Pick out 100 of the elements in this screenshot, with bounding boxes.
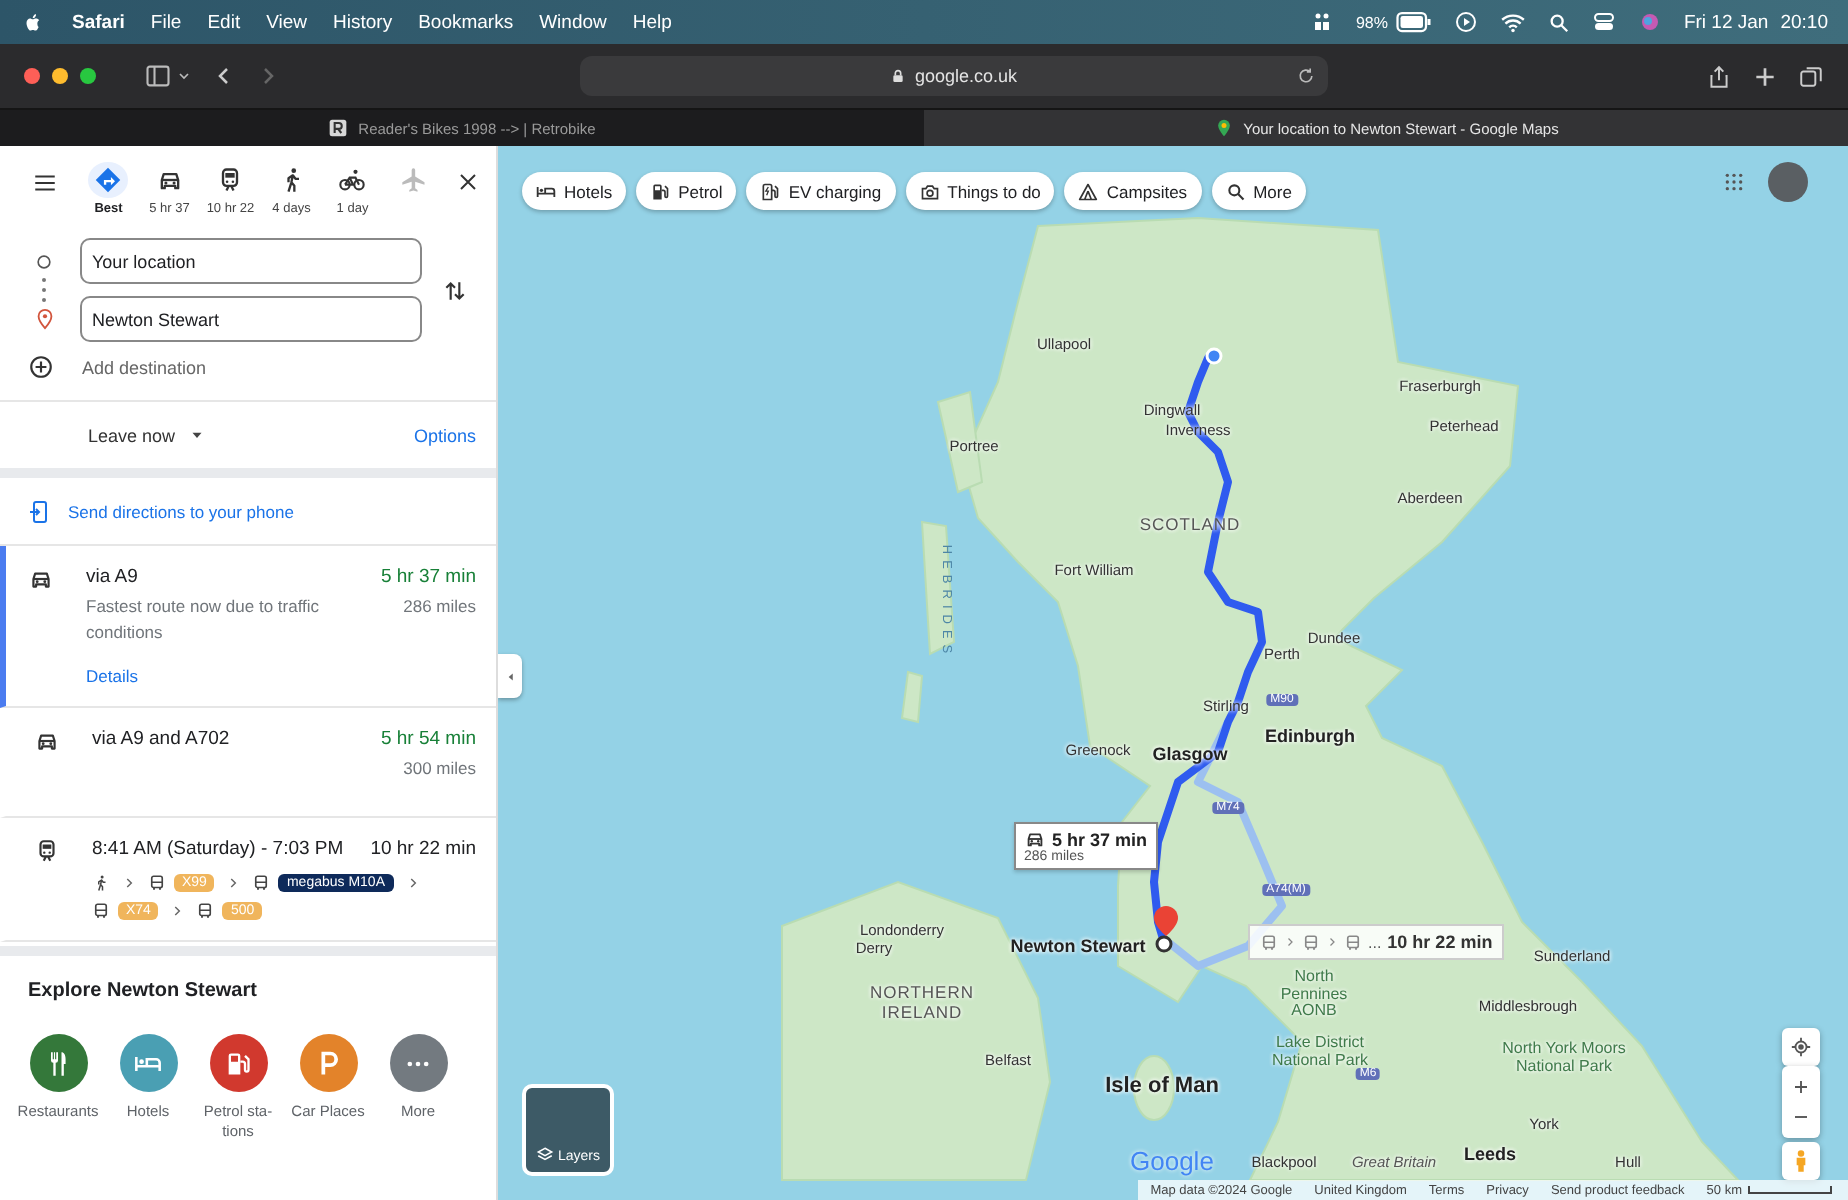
close-icon[interactable] xyxy=(456,170,480,194)
bus-icon xyxy=(1344,933,1362,951)
menu-item[interactable]: Help xyxy=(632,11,672,33)
sidebar-icon[interactable] xyxy=(144,62,172,90)
send-to-phone-icon[interactable] xyxy=(28,499,52,523)
locate-icon xyxy=(1790,1036,1812,1058)
tent-icon xyxy=(1078,181,1099,201)
bus-icon xyxy=(196,902,215,920)
close-window-button[interactable] xyxy=(24,68,40,84)
add-icon[interactable] xyxy=(28,354,54,380)
status-icon[interactable] xyxy=(1309,10,1334,34)
route-distance: 286 miles xyxy=(403,594,476,620)
avatar[interactable] xyxy=(1768,162,1808,202)
swap-icon[interactable] xyxy=(442,277,468,303)
route-distance: 300 miles xyxy=(403,756,476,782)
tab-overview-icon[interactable] xyxy=(1798,63,1824,89)
clock[interactable]: 20:10 xyxy=(1780,11,1828,33)
send-directions-link[interactable]: Send directions to your phone xyxy=(68,501,294,521)
explore-heading: Explore Newton Stewart xyxy=(28,980,259,1002)
favicon-icon xyxy=(328,118,349,138)
chevron-right-icon xyxy=(226,876,241,890)
battery-percentage: 98% xyxy=(1355,13,1388,31)
plane-icon xyxy=(399,166,428,194)
chevron-right-icon xyxy=(1284,936,1296,948)
reload-icon[interactable] xyxy=(1296,66,1316,86)
search-icon[interactable] xyxy=(1547,11,1570,33)
bed-icon xyxy=(536,181,556,201)
new-tab-icon[interactable] xyxy=(1752,63,1778,89)
app-menu[interactable]: Safari xyxy=(72,11,125,33)
place-label: North York Moors National Park xyxy=(1500,1041,1628,1075)
filter-chip[interactable]: Things to do xyxy=(905,172,1055,210)
walking-icon xyxy=(92,874,110,892)
route-duration: 10 hr 22 min xyxy=(370,838,476,860)
place-label: Edinburgh xyxy=(1265,726,1355,746)
route-callout[interactable]: ... 10 hr 22 min xyxy=(1248,924,1505,960)
fuel-pump-icon xyxy=(224,1049,252,1077)
route-duration: 5 hr 54 min xyxy=(380,728,476,750)
menu-item[interactable]: View xyxy=(266,11,308,33)
bus-icon xyxy=(1260,933,1278,951)
add-destination-link[interactable]: Add destination xyxy=(82,357,207,377)
destination-marker xyxy=(1155,935,1173,953)
scale-bar xyxy=(1748,1186,1832,1194)
google-logo: Google xyxy=(1130,1146,1214,1176)
route-option[interactable]: via A9 and A702 5 hr 54 min 300 miles xyxy=(0,708,496,818)
camera-icon xyxy=(919,181,940,201)
filter-chip[interactable]: Petrol xyxy=(636,172,737,210)
minimize-window-button[interactable] xyxy=(52,68,68,84)
zoom-in-icon[interactable] xyxy=(1792,1078,1810,1096)
leave-time-dropdown[interactable]: Leave now xyxy=(88,425,206,445)
share-icon[interactable] xyxy=(1706,63,1732,89)
play-icon[interactable] xyxy=(1453,10,1478,34)
filter-chip[interactable]: Campsites xyxy=(1064,172,1202,210)
ev-charger-icon xyxy=(760,181,781,201)
menu-item[interactable]: Edit xyxy=(207,11,241,33)
route-title: via A9 xyxy=(86,566,138,588)
place-label: Isle of Man xyxy=(1105,1074,1219,1098)
control-center-icon[interactable] xyxy=(1591,10,1616,34)
place-label: Lake District National Park xyxy=(1269,1035,1369,1068)
filter-chip[interactable]: EV charging xyxy=(746,172,896,210)
route-title: 8:41 AM (Saturday) - 7:03 PM xyxy=(92,838,344,860)
destination-pin-icon xyxy=(33,307,55,329)
details-link[interactable]: Details xyxy=(86,666,138,686)
options-link[interactable]: Options xyxy=(413,425,476,445)
place-label: North Pennines AONB xyxy=(1278,968,1350,1020)
bicycle-icon xyxy=(338,166,367,194)
date[interactable]: Fri 12 Jan xyxy=(1683,11,1769,33)
destination-pin-icon xyxy=(1154,906,1178,936)
search-icon xyxy=(1225,181,1246,201)
apps-icon[interactable] xyxy=(1724,172,1744,192)
start-point-marker xyxy=(1205,347,1223,365)
bus-icon xyxy=(92,902,110,920)
menu-item[interactable]: File xyxy=(150,11,182,33)
bus-icon xyxy=(1302,933,1320,951)
chevron-right-icon xyxy=(122,876,136,890)
place-label: NORTHERN IRELAND xyxy=(867,982,976,1022)
chevron-right-icon xyxy=(170,904,185,918)
zoom-control[interactable] xyxy=(1782,1066,1820,1138)
place-label: Leeds xyxy=(1464,1144,1516,1164)
layers-icon xyxy=(535,1146,554,1164)
filter-chip[interactable]: Hotels xyxy=(522,172,627,210)
menu-icon[interactable] xyxy=(32,170,58,196)
menu-item[interactable]: Bookmarks xyxy=(418,11,514,33)
address-bar[interactable]: google.co.uk xyxy=(580,56,1328,96)
fuel-pump-icon xyxy=(650,181,671,201)
chevron-right-icon xyxy=(1326,936,1338,948)
wifi-icon[interactable] xyxy=(1499,9,1526,35)
zoom-window-button[interactable] xyxy=(80,68,96,84)
origin-field[interactable]: Your location xyxy=(80,238,422,284)
chevron-right-icon xyxy=(405,876,419,890)
best-route-icon xyxy=(94,166,123,194)
chevron-down-icon[interactable] xyxy=(176,68,192,84)
origin-icon xyxy=(34,251,54,271)
menu-item[interactable]: Window xyxy=(539,11,607,33)
car-icon xyxy=(1024,828,1046,850)
destination-field[interactable]: Newton Stewart xyxy=(80,296,422,342)
menu-item[interactable]: History xyxy=(333,11,393,33)
train-icon xyxy=(34,838,60,864)
my-location-button[interactable] xyxy=(1782,1028,1820,1066)
filter-chip[interactable]: More xyxy=(1211,172,1306,210)
route-duration: 5 hr 37 min xyxy=(380,566,476,588)
